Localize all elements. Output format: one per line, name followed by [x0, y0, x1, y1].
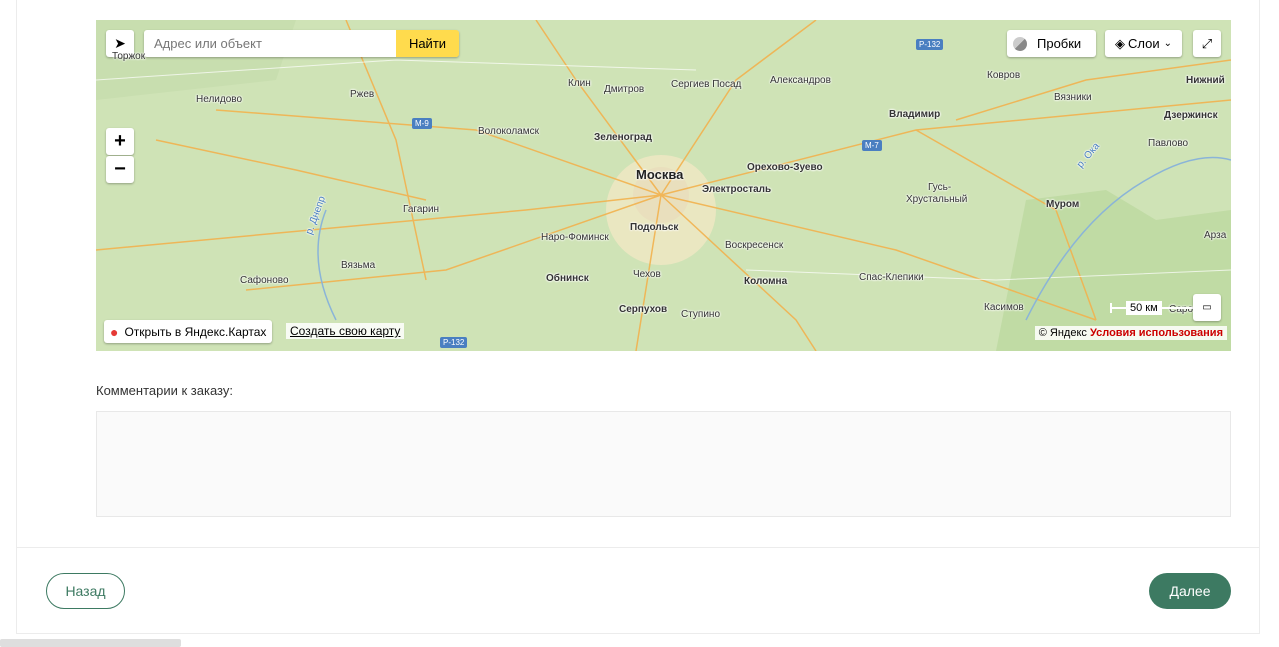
fullscreen-button[interactable]: ⤢: [1193, 30, 1221, 57]
map-pin-icon: ●: [110, 323, 119, 340]
layers-button[interactable]: ◈ Слои ⌄: [1105, 30, 1182, 57]
terms-of-use-link[interactable]: Условия использования: [1090, 327, 1223, 339]
city-label: Серпухов: [619, 304, 668, 315]
city-label: Вязьма: [341, 260, 376, 271]
road-label: Р-132: [916, 39, 944, 50]
city-label: Подольск: [630, 222, 679, 233]
map-background: [96, 20, 1231, 351]
city-label: Владимир: [889, 109, 941, 120]
layers-label: Слои: [1127, 36, 1160, 51]
city-label: Павлово: [1148, 138, 1189, 149]
open-in-yandex-label: Открыть в Яндекс.Картах: [124, 324, 267, 339]
road-label: М-7: [862, 140, 882, 151]
city-label: Александров: [770, 75, 831, 86]
city-label: Касимов: [984, 302, 1024, 313]
map-copyright: © Яндекс Условия использования: [1034, 326, 1227, 340]
city-label: Сергиев Посад: [671, 79, 742, 90]
minus-icon: −: [114, 158, 126, 180]
city-label: Дзержинск: [1164, 110, 1218, 121]
city-label: Воскресенск: [725, 240, 784, 251]
open-in-yandex-maps-link[interactable]: ● Открыть в Яндекс.Картах: [104, 320, 273, 343]
city-label: Муром: [1046, 199, 1080, 210]
footer-divider: [17, 547, 1259, 548]
city-label: Вязники: [1054, 92, 1092, 103]
create-own-map-link[interactable]: Создать свою карту: [286, 323, 405, 339]
city-label-moscow: Москва: [636, 167, 684, 182]
map-search-button[interactable]: Найти: [396, 30, 459, 57]
traffic-label: Пробки: [1037, 36, 1082, 51]
city-label: Сафоново: [240, 275, 289, 286]
city-label: Гусь-: [928, 182, 952, 193]
road-label: Р-132: [440, 337, 468, 348]
city-label: Зеленоград: [594, 132, 652, 143]
traffic-button[interactable]: Пробки: [1007, 30, 1096, 57]
expand-icon: ⤢: [1201, 35, 1213, 51]
next-button[interactable]: Далее: [1149, 573, 1231, 609]
city-label: Ступино: [681, 309, 720, 320]
city-label: Нижний: [1186, 75, 1225, 86]
plus-icon: +: [114, 130, 126, 152]
yandex-map[interactable]: ➤ Найти + − Пробки ◈ Слои ⌄ ⤢ Р-132 М-9 …: [96, 20, 1231, 351]
city-label: Волоколамск: [478, 126, 539, 137]
map-search-input[interactable]: [144, 30, 396, 57]
bottom-status-strip: [0, 639, 181, 647]
comment-textarea[interactable]: [96, 411, 1231, 517]
city-label: Наро-Фоминск: [541, 232, 609, 243]
city-label: Клин: [568, 78, 591, 89]
back-button[interactable]: Назад: [46, 573, 125, 609]
city-label: Дмитров: [604, 84, 645, 95]
city-label: Ковров: [987, 70, 1021, 81]
ruler-button[interactable]: ▭: [1193, 294, 1221, 321]
comment-label: Комментарии к заказу:: [96, 383, 233, 398]
city-label: Торжок: [112, 51, 146, 62]
city-label: Гагарин: [403, 204, 440, 215]
zoom-in-button[interactable]: +: [106, 128, 134, 155]
location-arrow-icon: ➤: [114, 35, 126, 51]
city-label: Нелидово: [196, 94, 243, 105]
ruler-icon: ▭: [1202, 302, 1212, 313]
city-label: Арза: [1204, 230, 1227, 241]
city-label: Орехово-Зуево: [747, 162, 823, 173]
map-search: Найти: [144, 30, 459, 57]
city-label: Хрустальный: [906, 194, 968, 205]
traffic-light-icon: [1013, 36, 1027, 51]
copyright-text: © Яндекс: [1038, 327, 1087, 339]
zoom-out-button[interactable]: −: [106, 156, 134, 183]
chevron-down-icon: ⌄: [1163, 38, 1172, 49]
road-label: М-9: [412, 118, 432, 129]
city-label: Обнинск: [546, 273, 589, 284]
city-label: Спас-Клепики: [859, 272, 924, 283]
map-scale-label: 50 км: [1126, 301, 1162, 315]
city-label: Чехов: [633, 269, 661, 280]
city-label: Электросталь: [702, 184, 772, 195]
city-label: Ржев: [350, 89, 375, 100]
layers-icon: ◈: [1114, 35, 1125, 51]
city-label: Коломна: [744, 276, 788, 287]
